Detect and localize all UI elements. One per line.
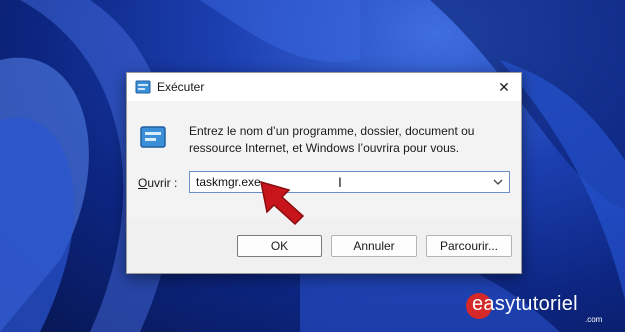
- close-icon[interactable]: ✕: [487, 73, 521, 101]
- open-combobox[interactable]: I: [189, 171, 510, 193]
- title-bar[interactable]: Exécuter ✕: [127, 73, 521, 101]
- chevron-down-icon[interactable]: [491, 175, 505, 189]
- run-dialog-icon: [139, 125, 167, 154]
- browse-button[interactable]: Parcourir...: [426, 235, 512, 257]
- open-label: Ouvrir :: [138, 176, 177, 190]
- dialog-description: Entrez le nom d’un programme, dossier, d…: [189, 124, 475, 155]
- watermark-domain: .com: [585, 315, 603, 324]
- open-label-text: uvrir :: [147, 176, 178, 190]
- watermark-brand: easytutoriel: [472, 293, 578, 315]
- cancel-button[interactable]: Annuler: [331, 235, 417, 257]
- ok-button[interactable]: OK: [237, 235, 322, 257]
- text-cursor-icon: I: [338, 174, 342, 190]
- open-label-accelerator: O: [138, 176, 148, 190]
- run-app-icon: [135, 80, 151, 99]
- run-dialog: Exécuter ✕ Entrez le nom d’un programme,…: [126, 72, 522, 274]
- window-title: Exécuter: [157, 80, 205, 94]
- red-pointer-arrow: [255, 176, 315, 231]
